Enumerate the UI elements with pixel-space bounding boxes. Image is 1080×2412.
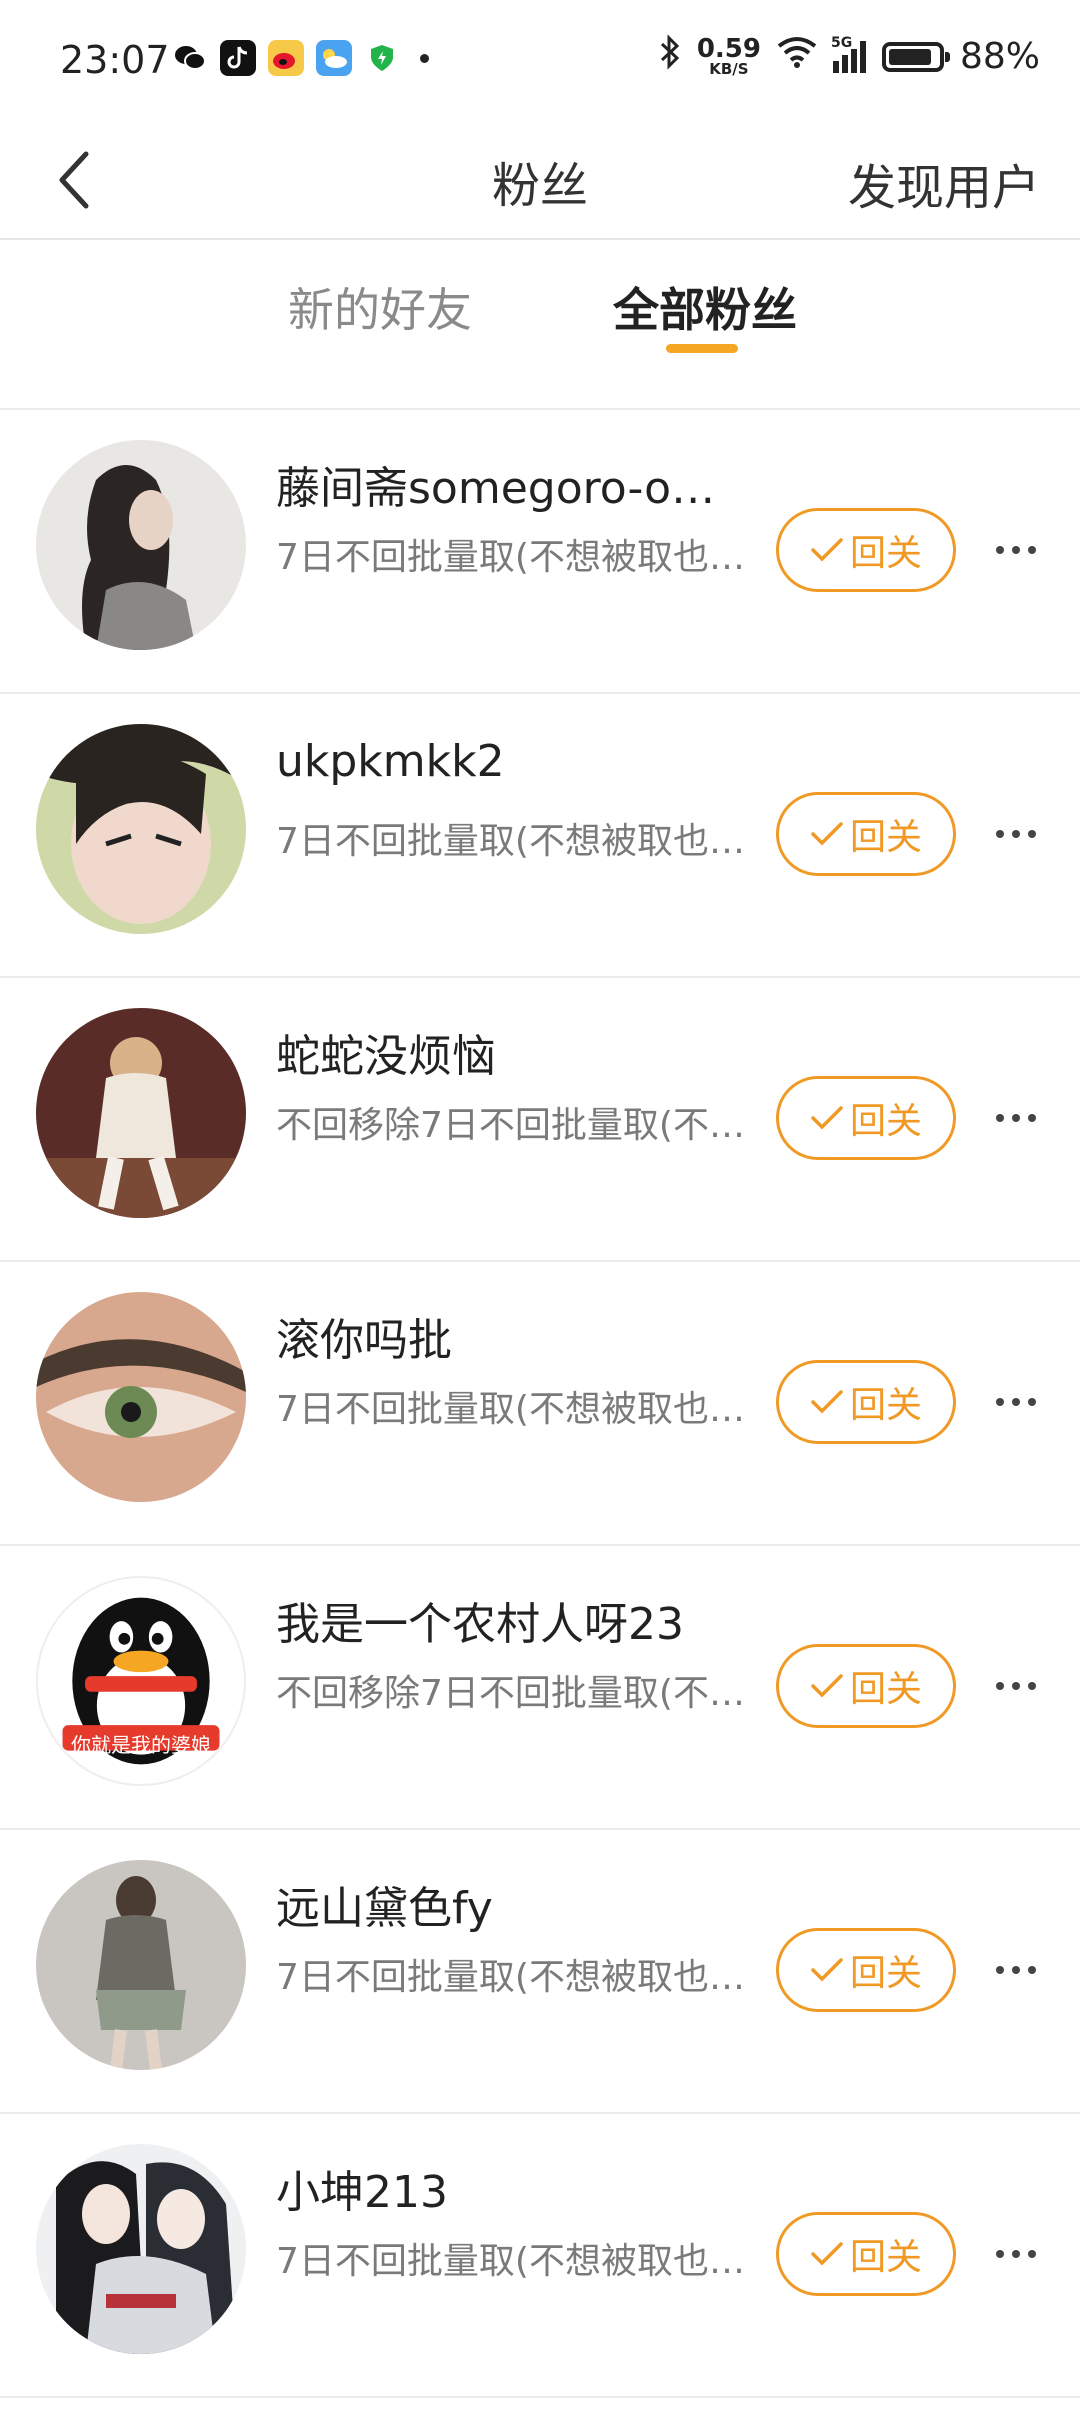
avatar[interactable]	[36, 1860, 246, 2070]
follow-back-button[interactable]: 回关	[776, 1360, 956, 1444]
battery-icon	[881, 41, 950, 72]
section-divider	[0, 364, 1080, 410]
check-icon	[811, 1390, 843, 1414]
avatar[interactable]	[36, 1008, 246, 1218]
follower-name: 远山黛色fy	[276, 1883, 493, 1934]
follower-desc: 不回移除7日不回批量取(不…	[276, 1673, 745, 1714]
bluetooth-icon	[659, 34, 681, 79]
follow-back-label: 回关	[849, 533, 922, 574]
follower-desc: 7日不回批量取(不想被取也…	[276, 821, 745, 862]
check-icon	[811, 1958, 843, 1982]
more-options-icon[interactable]	[986, 2226, 1046, 2282]
follower-row[interactable]: 远山黛色fy 7日不回批量取(不想被取也… 回关	[0, 1830, 1080, 2114]
follow-back-label: 回关	[849, 1101, 922, 1142]
avatar[interactable]	[36, 1292, 246, 1502]
battery-percent: 88%	[959, 36, 1040, 77]
follower-desc: 7日不回批量取(不想被取也…	[276, 1957, 745, 1998]
follower-desc: 7日不回批量取(不想被取也…	[276, 2241, 745, 2282]
weather-icon	[316, 40, 352, 76]
follower-list: 藤间斋somegoro-offi… 7日不回批量取(不想被取也… 回关 ukpk…	[0, 410, 1080, 2398]
cell-signal-icon: 5G	[831, 35, 866, 73]
status-bar: 23:07 0.59 KB/S 5G 88%	[0, 0, 1080, 120]
follower-name: 我是一个农村人呀23	[276, 1599, 684, 1650]
more-options-icon[interactable]	[986, 1090, 1046, 1146]
avatar[interactable]	[36, 440, 246, 650]
follow-back-button[interactable]: 回关	[776, 508, 956, 592]
signal-label: 5G	[830, 34, 853, 51]
status-time: 23:07	[60, 38, 170, 82]
follow-back-button[interactable]: 回关	[776, 1928, 956, 2012]
follower-desc: 7日不回批量取(不想被取也…	[276, 1389, 745, 1430]
follower-name: 滚你吗批	[276, 1315, 452, 1366]
follower-desc: 7日不回批量取(不想被取也…	[276, 537, 745, 578]
avatar[interactable]: 你就是我的婆娘	[36, 1576, 246, 1786]
follower-row[interactable]: 你就是我的婆娘 我是一个农村人呀23 不回移除7日不回批量取(不… 回关	[0, 1546, 1080, 1830]
wifi-icon	[777, 36, 817, 77]
more-options-icon[interactable]	[986, 1658, 1046, 1714]
check-icon	[811, 1674, 843, 1698]
follow-back-label: 回关	[849, 1669, 922, 1710]
nav-bar: 粉丝 发现用户	[0, 120, 1080, 240]
follow-back-label: 回关	[849, 2237, 922, 2278]
follower-desc: 不回移除7日不回批量取(不…	[276, 1105, 745, 1146]
back-arrow-icon	[59, 151, 89, 209]
tab-all-fans[interactable]: 全部粉丝	[613, 274, 797, 340]
net-speed-unit: KB/S	[709, 60, 749, 78]
discover-users-button[interactable]: 发现用户	[848, 148, 1040, 218]
check-icon	[811, 1106, 843, 1130]
avatar-caption: 你就是我的婆娘	[71, 1733, 211, 1757]
follow-back-button[interactable]: 回关	[776, 1644, 956, 1728]
follow-back-label: 回关	[849, 817, 922, 858]
follower-row[interactable]: 蛇蛇没烦恼 不回移除7日不回批量取(不… 回关	[0, 978, 1080, 1262]
tiktok-icon	[220, 40, 256, 76]
follower-row[interactable]: ukpkmkk2 7日不回批量取(不想被取也… 回关	[0, 694, 1080, 978]
follower-row[interactable]: 小坤213 7日不回批量取(不想被取也… 回关	[0, 2114, 1080, 2398]
check-icon	[811, 538, 843, 562]
net-speed: 0.59 KB/S	[697, 36, 761, 77]
net-speed-value: 0.59	[696, 34, 761, 64]
follow-back-label: 回关	[849, 1953, 922, 1994]
status-right: 0.59 KB/S 5G 88%	[659, 34, 1040, 79]
follower-name: 蛇蛇没烦恼	[276, 1031, 496, 1082]
back-button[interactable]	[34, 140, 114, 220]
more-options-icon[interactable]	[986, 1374, 1046, 1430]
status-app-icons	[172, 40, 429, 76]
tab-active-indicator	[666, 344, 738, 353]
more-options-icon[interactable]	[986, 1942, 1046, 1998]
check-icon	[811, 822, 843, 846]
follower-name: ukpkmkk2	[276, 736, 505, 787]
wechat-icon	[172, 40, 208, 76]
follow-back-button[interactable]: 回关	[776, 792, 956, 876]
avatar[interactable]	[36, 724, 246, 934]
follower-name: 藤间斋somegoro-offi…	[276, 463, 756, 514]
weibo-icon	[268, 40, 304, 76]
follow-back-button[interactable]: 回关	[776, 1076, 956, 1160]
security-shield-icon	[364, 40, 400, 76]
follower-row[interactable]: 滚你吗批 7日不回批量取(不想被取也… 回关	[0, 1262, 1080, 1546]
avatar[interactable]	[36, 2144, 246, 2354]
follow-back-label: 回关	[849, 1385, 922, 1426]
notification-dot-icon	[420, 53, 429, 63]
more-options-icon[interactable]	[986, 522, 1046, 578]
follow-back-button[interactable]: 回关	[776, 2212, 956, 2296]
tab-new-friends[interactable]: 新的好友	[288, 274, 472, 340]
more-options-icon[interactable]	[986, 806, 1046, 862]
tab-bar: 新的好友 全部粉丝	[0, 240, 1080, 366]
follower-row[interactable]: 藤间斋somegoro-offi… 7日不回批量取(不想被取也… 回关	[0, 410, 1080, 694]
follower-name: 小坤213	[276, 2167, 448, 2218]
check-icon	[811, 2242, 843, 2266]
